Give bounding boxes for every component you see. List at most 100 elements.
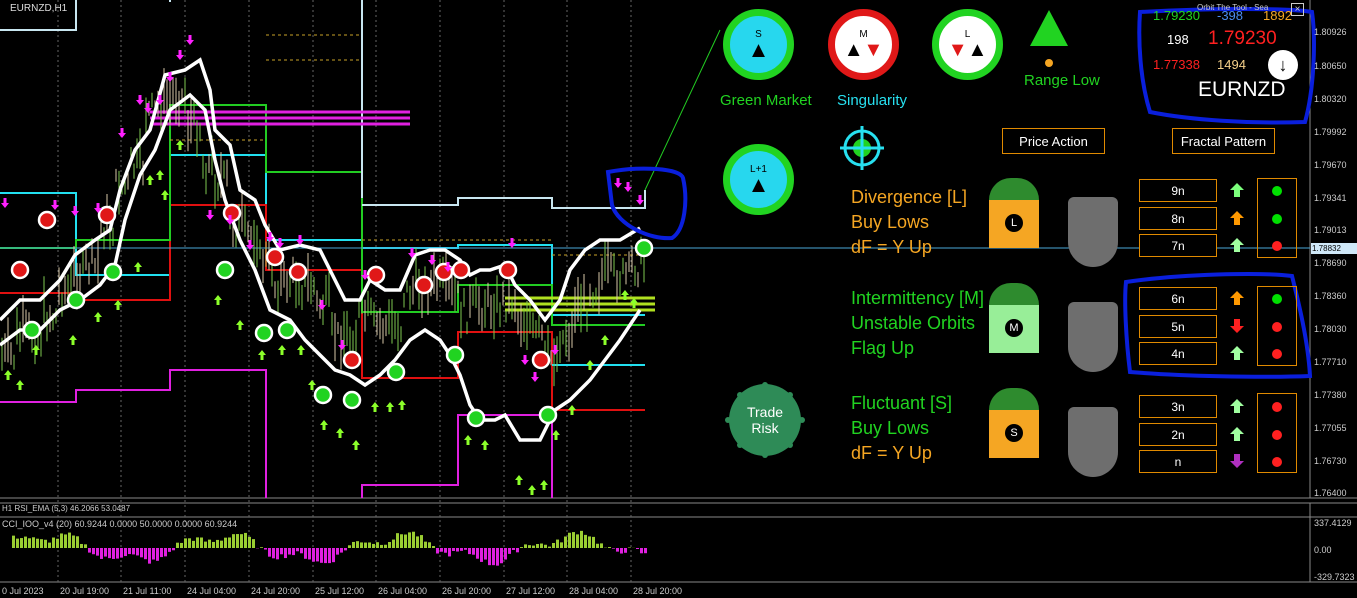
fluctuant-line2: Buy Lows — [851, 418, 930, 438]
fractal-status-dot — [1272, 349, 1282, 359]
oscillator-bar — [476, 548, 479, 559]
oscillator-bar — [552, 542, 555, 548]
time-tick: 28 Jul 20:00 — [633, 586, 683, 596]
divergence-title: Divergence [L] — [851, 187, 968, 207]
fractal-8n-button[interactable]: 8n — [1139, 207, 1217, 230]
time-tick: 25 Jul 12:00 — [315, 586, 365, 596]
close-icon[interactable]: × — [1291, 3, 1304, 16]
up-arrow-icon: ▲ — [747, 37, 770, 62]
market-l-circle[interactable]: L ▼▲ — [932, 9, 1003, 80]
oscillator-bar — [172, 548, 175, 551]
price-tick: 1.80320 — [1314, 94, 1347, 104]
oscillator-bar — [560, 542, 563, 548]
oscillator-bar — [200, 537, 203, 548]
fractal-status-dot — [1272, 457, 1282, 467]
oscillator-bar — [448, 548, 451, 557]
oscillator-bar — [592, 536, 595, 548]
arrow-down-marker — [318, 300, 326, 310]
time-tick: 26 Jul 20:00 — [442, 586, 492, 596]
signal-circle-marker — [445, 345, 465, 365]
oscillator-bar — [548, 546, 551, 548]
fractal-7n-button[interactable]: 7n — [1139, 234, 1217, 257]
fractal-9n-button[interactable]: 9n — [1139, 179, 1217, 202]
arrow-up-marker — [16, 380, 24, 390]
arrow-down-icon — [1228, 452, 1246, 470]
intermittency-title: Intermittency [M] — [851, 288, 985, 308]
oscillator-bar — [116, 548, 119, 559]
arrow-down-marker — [186, 35, 194, 45]
info-price-top-left: 1.79230 — [1153, 8, 1200, 23]
oscillator-bar — [316, 548, 319, 562]
oscillator-bar — [624, 548, 627, 553]
oscillator-bar — [248, 536, 251, 548]
oscillator-bar — [536, 543, 539, 548]
oscillator-bar — [284, 548, 287, 559]
oscillator-bar — [352, 541, 355, 548]
oscillator-bar — [616, 548, 619, 552]
time-tick: 24 Jul 04:00 — [187, 586, 237, 596]
arrow-down-marker — [296, 235, 304, 245]
fractal-pattern-button[interactable]: Fractal Pattern — [1172, 128, 1275, 154]
arrow-up-marker — [515, 475, 523, 485]
price-tick: 1.78690 — [1314, 258, 1347, 268]
fractal-4n-button[interactable]: 4n — [1139, 342, 1217, 365]
oscillator-bar — [12, 535, 15, 548]
oscillator-bar — [332, 548, 335, 563]
divergence-gauge: L — [989, 178, 1039, 248]
arrow-up-marker — [146, 175, 154, 185]
arrow-down-marker — [206, 210, 214, 220]
oscillator-bar — [584, 534, 587, 548]
oscillator-bar — [608, 546, 611, 548]
oscillator-bar — [328, 548, 331, 564]
fractal-n-button[interactable]: n — [1139, 450, 1217, 473]
price-tick: 1.77710 — [1314, 357, 1347, 367]
oscillator-bar — [104, 548, 107, 557]
fluctuant-title: Fluctuant [S] — [851, 393, 953, 413]
arrow-up-marker — [156, 170, 164, 180]
fluctuant-badge: S — [1005, 424, 1023, 442]
trade-risk-button[interactable]: Trade Risk — [729, 384, 801, 456]
oscillator-bar — [628, 547, 631, 548]
oscillator-bar — [80, 543, 83, 548]
signal-circle-marker — [97, 205, 117, 225]
oscillator-bar — [244, 532, 247, 548]
arrow-up-marker — [32, 345, 40, 355]
arrow-up-marker — [134, 262, 142, 272]
oscillator-bar — [100, 548, 103, 559]
fractal-3n-button[interactable]: 3n — [1139, 395, 1217, 418]
price-action-button[interactable]: Price Action — [1002, 128, 1105, 154]
oscillator-bar — [192, 540, 195, 548]
oscillator-bar — [188, 538, 191, 548]
oscillator-bar — [44, 539, 47, 548]
oscillator-bar — [264, 548, 267, 550]
arrow-up-marker — [320, 420, 328, 430]
intermittency-badge: M — [1005, 319, 1023, 337]
market-l1-circle[interactable]: L+1 ▲ — [723, 144, 794, 215]
fractal-6n-button[interactable]: 6n — [1139, 287, 1217, 310]
signal-circle-marker — [342, 350, 362, 370]
oscillator-bar — [348, 545, 351, 548]
market-s-circle[interactable]: S ▲ — [723, 9, 794, 80]
oscillator-bar — [512, 548, 515, 550]
mixed-arrow-icon: ▼▲ — [947, 39, 988, 61]
oscillator-bar — [412, 531, 415, 548]
oscillator-bar — [68, 532, 71, 548]
signal-circle-marker — [342, 390, 362, 410]
oscillator-bar — [56, 538, 59, 548]
fractal-2n-button[interactable]: 2n — [1139, 423, 1217, 446]
signal-circle-marker — [37, 210, 57, 230]
fractal-5n-button[interactable]: 5n — [1139, 315, 1217, 338]
range-low-label: Range Low — [1024, 72, 1100, 89]
market-m-circle[interactable]: M ▲▼ — [828, 9, 899, 80]
signal-circle-marker — [215, 260, 235, 280]
singularity-label: Singularity — [837, 92, 908, 109]
arrow-down-marker — [521, 355, 529, 365]
time-tick: 24 Jul 20:00 — [251, 586, 301, 596]
fractal-status-dot — [1272, 430, 1282, 440]
signal-circle-marker — [313, 385, 333, 405]
price-tick: 1.78030 — [1314, 324, 1347, 334]
oscillator-bar — [304, 548, 307, 559]
oscillator-bar — [392, 539, 395, 548]
arrow-down-marker — [136, 95, 144, 105]
oscillator-bar — [160, 548, 163, 558]
